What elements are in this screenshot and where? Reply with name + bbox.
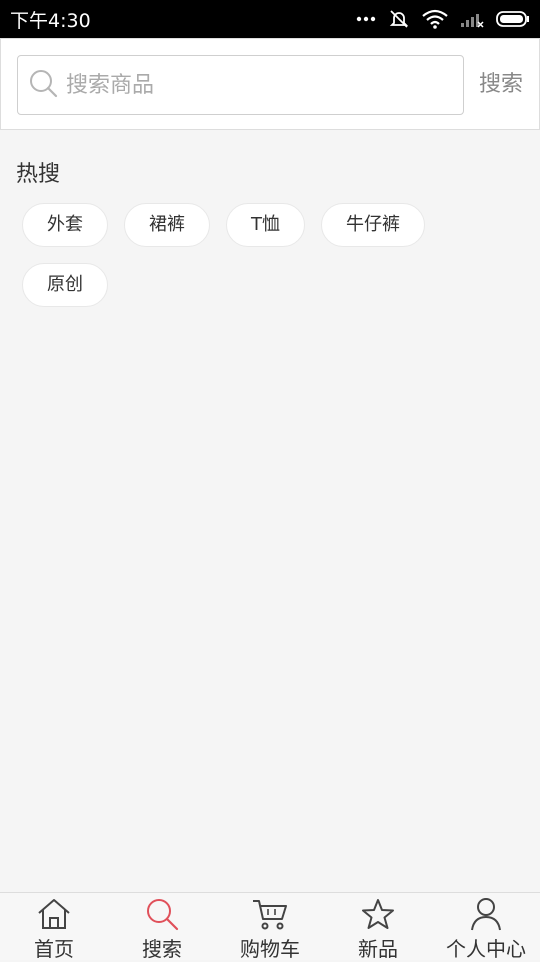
user-icon bbox=[468, 897, 504, 931]
home-icon bbox=[36, 897, 72, 931]
status-time: 下午4:30 bbox=[10, 9, 91, 32]
search-header: 搜索 bbox=[0, 38, 540, 130]
search-input[interactable] bbox=[66, 65, 436, 105]
search-icon bbox=[144, 897, 180, 931]
tab-label: 个人中心 bbox=[446, 937, 526, 961]
tab-new[interactable]: 新品 bbox=[324, 893, 432, 961]
cart-icon bbox=[251, 897, 289, 931]
star-icon bbox=[360, 897, 396, 931]
search-button[interactable]: 搜索 bbox=[471, 65, 531, 105]
battery-icon bbox=[496, 10, 530, 28]
tab-label: 新品 bbox=[358, 937, 398, 961]
bottom-tab-bar: 首页 搜索 购物车 新品 个人中心 bbox=[0, 892, 540, 961]
search-box[interactable] bbox=[17, 55, 464, 115]
tab-label: 搜索 bbox=[142, 937, 182, 961]
tab-home[interactable]: 首页 bbox=[0, 893, 108, 961]
status-icons bbox=[356, 8, 530, 30]
tab-profile[interactable]: 个人中心 bbox=[432, 893, 540, 961]
tab-search[interactable]: 搜索 bbox=[108, 893, 216, 961]
hot-tag[interactable]: 外套 bbox=[22, 203, 108, 247]
mute-bell-icon bbox=[388, 8, 410, 30]
tab-label: 首页 bbox=[34, 937, 74, 961]
hot-tag[interactable]: 裙裤 bbox=[124, 203, 210, 247]
hot-search-title: 热搜 bbox=[16, 162, 61, 187]
tab-label: 购物车 bbox=[240, 937, 300, 961]
hot-tag[interactable]: T恤 bbox=[226, 203, 305, 247]
hot-tag[interactable]: 牛仔裤 bbox=[321, 203, 425, 247]
signal-icon bbox=[460, 10, 484, 28]
hot-search-tags: 外套 裙裤 T恤 牛仔裤 原创 bbox=[22, 203, 522, 307]
status-bar: 下午4:30 bbox=[0, 0, 540, 38]
hot-tag[interactable]: 原创 bbox=[22, 263, 108, 307]
more-dots-icon bbox=[356, 15, 376, 23]
search-icon bbox=[28, 68, 58, 102]
tab-cart[interactable]: 购物车 bbox=[216, 893, 324, 961]
wifi-icon bbox=[422, 9, 448, 29]
